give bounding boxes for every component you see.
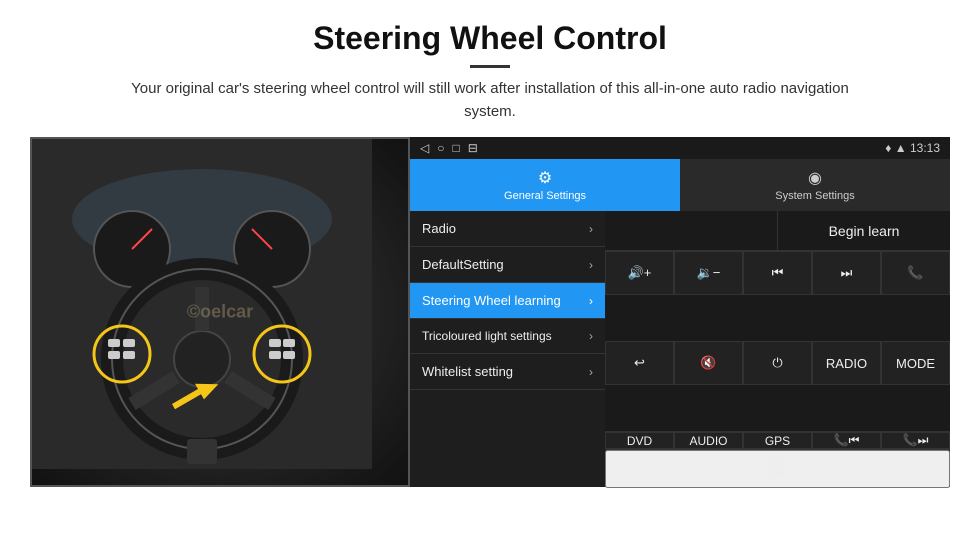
page-wrapper: Steering Wheel Control Your original car… <box>0 0 980 497</box>
radio-label: RADIO <box>826 356 867 371</box>
android-panel: ◁ ○ □ ⊟ ♦ ▲ 13:13 ⚙ General Settings ◉ S… <box>410 137 950 487</box>
chevron-icon: › <box>589 329 593 343</box>
menu-item-steering-wheel[interactable]: Steering Wheel learning › <box>410 283 605 319</box>
vol-down-button[interactable]: 🔉− <box>674 251 743 295</box>
radio-button[interactable]: RADIO <box>812 341 881 385</box>
dvd-label: DVD <box>627 434 652 448</box>
top-row: Begin learn <box>605 211 950 251</box>
last-row: 🖥 <box>605 449 950 487</box>
next-track-icon: ⏭ <box>841 265 853 281</box>
phone-button[interactable]: 📞 <box>881 251 950 295</box>
title-section: Steering Wheel Control Your original car… <box>30 20 950 123</box>
vol-up-icon: 🔊+ <box>628 265 652 281</box>
power-button[interactable]: ⏻ <box>743 341 812 385</box>
begin-learn-button[interactable]: Begin learn <box>778 211 950 250</box>
tab-general-settings[interactable]: ⚙ General Settings <box>410 159 680 211</box>
mode-button[interactable]: MODE <box>881 341 950 385</box>
audio-button[interactable]: AUDIO <box>674 432 743 449</box>
chevron-icon: › <box>589 365 593 379</box>
mode-label: MODE <box>896 356 935 371</box>
phone-next-button[interactable]: 📞⏭ <box>881 432 950 449</box>
page-title: Steering Wheel Control <box>30 20 950 57</box>
mute-button[interactable]: 🔇 <box>674 341 743 385</box>
menu-item-defaultsetting[interactable]: DefaultSetting › <box>410 247 605 283</box>
chevron-icon: › <box>589 294 593 308</box>
menu-item-tricoloured[interactable]: Tricoloured light settings › <box>410 319 605 354</box>
control-grid-row1: 🔊+ 🔉− ⏮ ⏭ 📞 <box>605 251 950 341</box>
display-button[interactable]: 🖥 <box>605 450 950 488</box>
content-area: ©oelcar ◁ ○ □ ⊟ ♦ ▲ 13:13 ⚙ General Sett… <box>30 137 950 487</box>
system-settings-icon: ◉ <box>808 168 822 188</box>
phone-prev-icon: 📞⏮ <box>834 433 860 448</box>
top-left-empty <box>605 211 778 250</box>
chevron-icon: › <box>589 222 593 236</box>
display-icon: 🖥 <box>766 458 789 479</box>
subtitle: Your original car's steering wheel contr… <box>115 78 865 123</box>
dvd-button[interactable]: DVD <box>605 432 674 449</box>
menu-and-controls: Radio › DefaultSetting › Steering Wheel … <box>410 211 950 487</box>
prev-track-button[interactable]: ⏮ <box>743 251 812 295</box>
tab-system-label: System Settings <box>775 190 854 202</box>
phone-icon: 📞 <box>907 265 923 281</box>
android-status-bar: ◁ ○ □ ⊟ ♦ ▲ 13:13 <box>410 137 950 159</box>
title-divider <box>470 65 510 68</box>
gps-label: GPS <box>765 434 790 448</box>
right-controls: Begin learn 🔊+ 🔉− ⏮ <box>605 211 950 487</box>
bottom-row: DVD AUDIO GPS 📞⏮ 📞⏭ <box>605 431 950 449</box>
menu-icon[interactable]: ⊟ <box>468 141 478 155</box>
left-menu: Radio › DefaultSetting › Steering Wheel … <box>410 211 605 487</box>
chevron-icon: › <box>589 258 593 272</box>
prev-track-icon: ⏮ <box>772 265 784 281</box>
mute-icon: 🔇 <box>700 355 716 371</box>
car-image-area: ©oelcar <box>30 137 410 487</box>
vol-up-button[interactable]: 🔊+ <box>605 251 674 295</box>
phone-next-icon: 📞⏭ <box>903 433 929 448</box>
android-tabs: ⚙ General Settings ◉ System Settings <box>410 159 950 211</box>
menu-item-whitelist[interactable]: Whitelist setting › <box>410 354 605 390</box>
audio-label: AUDIO <box>689 434 727 448</box>
phone-prev-button[interactable]: 📞⏮ <box>812 432 881 449</box>
back-icon[interactable]: ◁ <box>420 141 429 155</box>
nav-icons: ◁ ○ □ ⊟ <box>420 141 478 155</box>
general-settings-icon: ⚙ <box>538 168 552 188</box>
hang-up-button[interactable]: ↩ <box>605 341 674 385</box>
car-image-bg: ©oelcar <box>32 139 408 485</box>
tab-general-label: General Settings <box>504 190 586 202</box>
recents-icon[interactable]: □ <box>452 141 459 155</box>
home-icon[interactable]: ○ <box>437 141 444 155</box>
tab-system-settings[interactable]: ◉ System Settings <box>680 159 950 211</box>
hang-up-icon: ↩ <box>634 355 645 371</box>
control-grid-row2: ↩ 🔇 ⏻ RADIO MODE <box>605 341 950 431</box>
vol-down-icon: 🔉− <box>697 265 721 281</box>
gps-button[interactable]: GPS <box>743 432 812 449</box>
menu-item-radio[interactable]: Radio › <box>410 211 605 247</box>
power-icon: ⏻ <box>772 355 782 371</box>
next-track-button[interactable]: ⏭ <box>812 251 881 295</box>
status-right: ♦ ▲ 13:13 <box>885 141 940 155</box>
